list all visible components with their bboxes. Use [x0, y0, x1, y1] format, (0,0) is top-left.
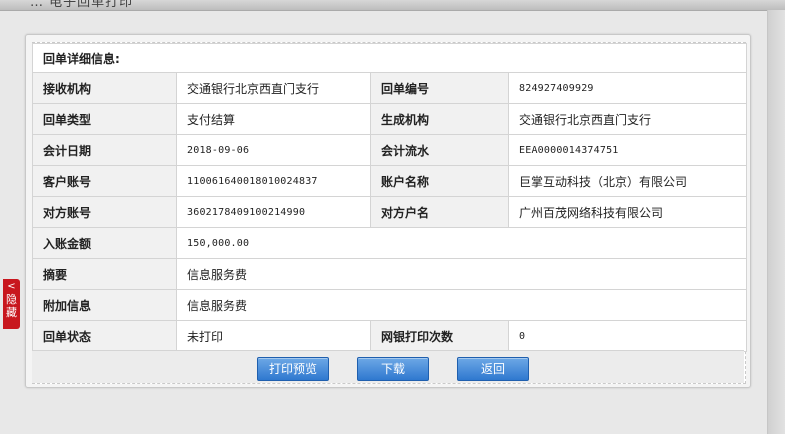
breadcrumb: … 电子回单打印: [30, 0, 134, 10]
receipt-type-value: 支付结算: [176, 103, 371, 135]
receipt-number-label: 回单编号: [370, 72, 509, 104]
print-count-value: 0: [508, 320, 747, 352]
accounting-serial-value: EEA0000014374751: [508, 134, 747, 166]
receipt-status-value: 未打印: [176, 320, 371, 352]
table-row: 会计日期 2018-09-06 会计流水 EEA0000014374751: [32, 134, 747, 166]
receipt-detail-box: 回单详细信息: 接收机构 交通银行北京西直门支行 回单编号 8249274099…: [32, 42, 747, 384]
amount-value: 150,000.00: [176, 227, 747, 259]
receipt-header-row: 回单详细信息:: [32, 43, 747, 73]
extra-info-label: 附加信息: [32, 289, 177, 321]
table-row: 客户账号 110061640018010024837 账户名称 巨掌互动科技（北…: [32, 165, 747, 197]
back-button[interactable]: 返回: [457, 357, 529, 381]
accounting-serial-label: 会计流水: [370, 134, 509, 166]
hide-sidebar-label: 隐藏: [6, 293, 17, 319]
summary-label: 摘要: [32, 258, 177, 290]
customer-account-label: 客户账号: [32, 165, 177, 197]
table-row: 接收机构 交通银行北京西直门支行 回单编号 824927409929: [32, 72, 747, 104]
counterparty-account-label: 对方账号: [32, 196, 177, 228]
receipt-panel: 回单详细信息: 接收机构 交通银行北京西直门支行 回单编号 8249274099…: [25, 34, 751, 388]
receipt-number-value: 824927409929: [508, 72, 747, 104]
counterparty-account-value: 360217840910021499​0: [176, 196, 371, 228]
scrollbar-rail[interactable]: [767, 10, 785, 434]
summary-value: 信息服务费: [176, 258, 747, 290]
receiving-org-value: 交通银行北京西直门支行: [176, 72, 371, 104]
generating-org-label: 生成机构: [370, 103, 509, 135]
table-row: 摘要 信息服务费: [32, 258, 747, 290]
account-name-value: 巨掌互动科技（北京）有限公司: [508, 165, 747, 197]
hide-sidebar-tab[interactable]: < 隐藏: [3, 279, 20, 329]
extra-info-value: 信息服务费: [176, 289, 747, 321]
accounting-date-value: 2018-09-06: [176, 134, 371, 166]
table-row: 对方账号 360217840910021499​0 对方户名 广州百茂网络科技有…: [32, 196, 747, 228]
top-breadcrumb-bar: … 电子回单打印: [0, 0, 785, 11]
download-button[interactable]: 下载: [357, 357, 429, 381]
chevron-left-icon: <: [7, 281, 16, 292]
button-bar: 打印预览 下载 返回: [32, 350, 744, 383]
table-row: 回单类型 支付结算 生成机构 交通银行北京西直门支行: [32, 103, 747, 135]
print-count-label: 网银打印次数: [370, 320, 509, 352]
receiving-org-label: 接收机构: [32, 72, 177, 104]
receipt-header: 回单详细信息:: [32, 43, 747, 73]
table-row: 入账金额 150,000.00: [32, 227, 747, 259]
counterparty-name-value: 广州百茂网络科技有限公司: [508, 196, 747, 228]
table-row: 回单状态 未打印 网银打印次数 0: [32, 320, 747, 352]
customer-account-value: 110061640018010024837: [176, 165, 371, 197]
amount-label: 入账金额: [32, 227, 177, 259]
accounting-date-label: 会计日期: [32, 134, 177, 166]
print-preview-button[interactable]: 打印预览: [257, 357, 329, 381]
receipt-detail-table: 回单详细信息: 接收机构 交通银行北京西直门支行 回单编号 8249274099…: [32, 43, 747, 352]
account-name-label: 账户名称: [370, 165, 509, 197]
generating-org-value: 交通银行北京西直门支行: [508, 103, 747, 135]
receipt-status-label: 回单状态: [32, 320, 177, 352]
table-row: 附加信息 信息服务费: [32, 289, 747, 321]
counterparty-name-label: 对方户名: [370, 196, 509, 228]
receipt-type-label: 回单类型: [32, 103, 177, 135]
